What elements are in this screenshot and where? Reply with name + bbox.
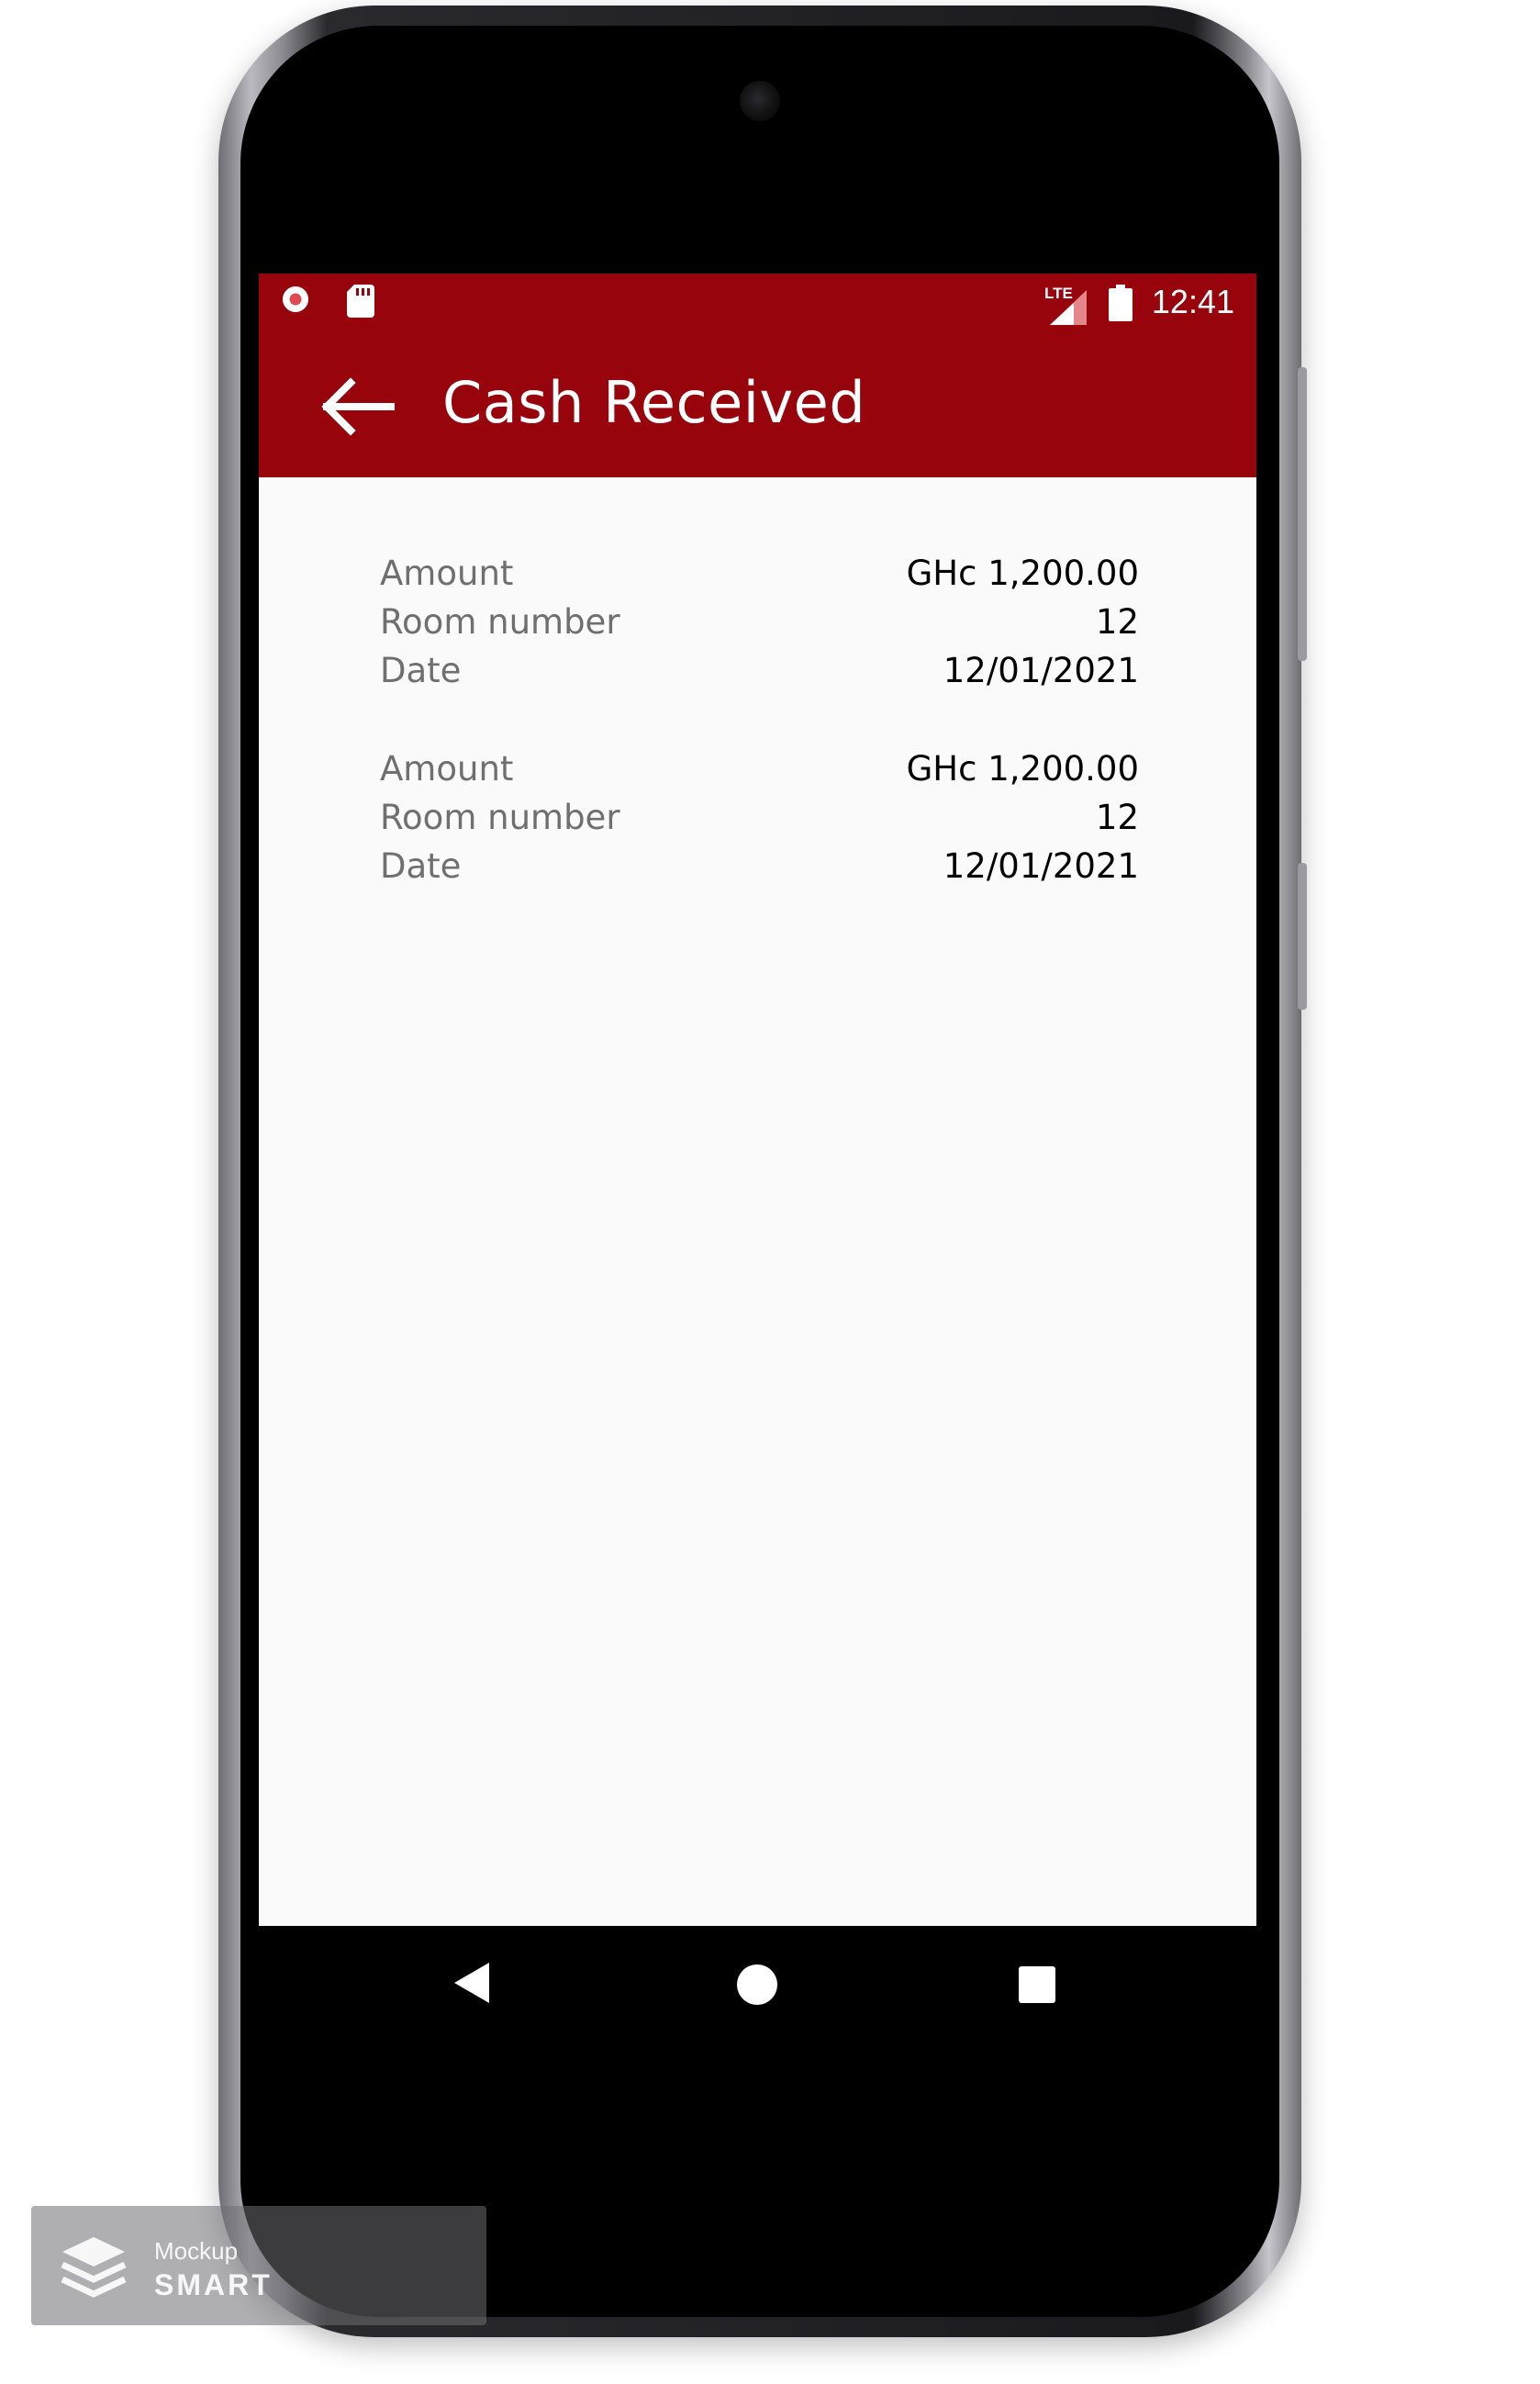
date-label: Date: [380, 846, 462, 886]
date-value: 12/01/2021: [943, 846, 1139, 886]
arrow-left-icon: [321, 377, 395, 436]
date-row: Date 12/01/2021: [380, 842, 1139, 890]
date-row: Date 12/01/2021: [380, 646, 1139, 695]
amount-value: GHc 1,200.00: [906, 554, 1139, 593]
watermark-brand-text: SMART: [154, 2268, 273, 2301]
date-value: 12/01/2021: [943, 651, 1139, 690]
date-label: Date: [380, 651, 462, 690]
system-nav-bar: [259, 1926, 1256, 2045]
layers-logo-icon: [61, 2237, 127, 2298]
back-button[interactable]: [316, 375, 398, 439]
amount-row: Amount GHc 1,200.00: [380, 744, 1139, 793]
room-row: Room number 12: [380, 793, 1139, 842]
back-triangle-icon[interactable]: [454, 1963, 489, 2003]
room-row: Room number 12: [380, 598, 1139, 646]
volume-button: [1298, 367, 1307, 661]
room-label: Room number: [380, 602, 620, 642]
amount-label: Amount: [380, 749, 514, 789]
room-value: 12: [1095, 798, 1139, 837]
watermark: Mockup SMART: [31, 2206, 486, 2325]
watermark-small-text: Mockup: [154, 2237, 239, 2265]
amount-row: Amount GHc 1,200.00: [380, 549, 1139, 598]
screen-record-icon: [283, 286, 308, 312]
room-value: 12: [1095, 602, 1139, 642]
page-title: Cash Received: [442, 369, 866, 436]
app-screen: LTE 12:41 Cash Received Amount GHc 1,200…: [259, 274, 1256, 1926]
power-button: [1298, 863, 1307, 1010]
room-label: Room number: [380, 798, 620, 837]
cash-record-list: Amount GHc 1,200.00 Room number 12 Date …: [380, 549, 1139, 940]
list-item[interactable]: Amount GHc 1,200.00 Room number 12 Date …: [380, 744, 1139, 890]
list-item[interactable]: Amount GHc 1,200.00 Room number 12 Date …: [380, 549, 1139, 695]
home-circle-icon[interactable]: [737, 1964, 777, 2005]
status-bar: LTE 12:41: [259, 274, 1256, 332]
sd-card-icon: [347, 285, 374, 318]
amount-label: Amount: [380, 554, 514, 593]
status-time: 12:41: [1151, 283, 1234, 320]
amount-value: GHc 1,200.00: [906, 749, 1139, 789]
battery-icon: [1109, 285, 1133, 321]
app-bar: LTE 12:41 Cash Received: [259, 274, 1256, 477]
signal-icon: [1050, 290, 1087, 325]
front-camera: [740, 81, 780, 121]
recents-square-icon[interactable]: [1019, 1966, 1055, 2003]
